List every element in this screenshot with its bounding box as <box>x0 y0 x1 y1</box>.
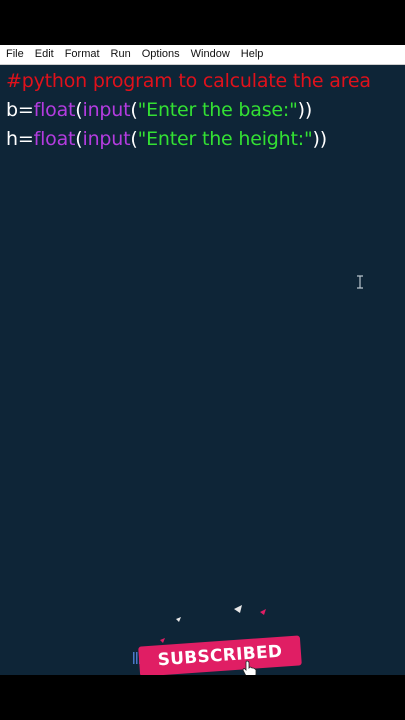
menu-window[interactable]: Window <box>185 45 235 64</box>
variable-token: h <box>6 128 18 150</box>
operator-token: = <box>17 128 34 150</box>
menu-edit[interactable]: Edit <box>29 45 59 64</box>
sparkle-icon <box>160 638 165 643</box>
string-token: "Enter the base:" <box>137 99 298 121</box>
bottom-letterbox <box>0 675 405 720</box>
paren-close-token: )) <box>312 128 327 150</box>
code-line-base: b=float(input("Enter the base:")) <box>6 99 312 121</box>
paren-token: ( <box>130 128 138 150</box>
sparkle-icon <box>176 617 181 622</box>
sparkle-icon <box>234 605 242 613</box>
paren-token: ( <box>75 99 83 121</box>
text-cursor-icon <box>357 275 363 289</box>
builtin-input-token: input <box>82 128 131 150</box>
menu-file[interactable]: File <box>0 45 29 64</box>
menu-bar: File Edit Format Run Options Window Help <box>0 45 405 65</box>
menu-format[interactable]: Format <box>59 45 105 64</box>
code-line-height: h=float(input("Enter the height:")) <box>6 128 327 150</box>
subscribe-overlay: SUBSCRIBED <box>130 600 315 675</box>
code-editor[interactable]: #python program to calculate the area b=… <box>0 65 405 675</box>
builtin-float-token: float <box>33 128 76 150</box>
comment-token: #python program to calculate the area <box>6 70 371 92</box>
builtin-float-token: float <box>33 99 76 121</box>
sparkle-icon <box>260 609 266 615</box>
builtin-input-token: input <box>82 99 131 121</box>
variable-token: b <box>6 99 18 121</box>
operator-token: = <box>17 99 34 121</box>
string-token: "Enter the height:" <box>137 128 313 150</box>
hand-pointer-icon <box>242 660 257 675</box>
menu-run[interactable]: Run <box>105 45 136 64</box>
paren-token: ( <box>130 99 138 121</box>
code-line-comment: #python program to calculate the area <box>6 70 371 92</box>
menu-options[interactable]: Options <box>136 45 185 64</box>
paren-close-token: )) <box>297 99 313 121</box>
menu-help[interactable]: Help <box>235 45 269 64</box>
